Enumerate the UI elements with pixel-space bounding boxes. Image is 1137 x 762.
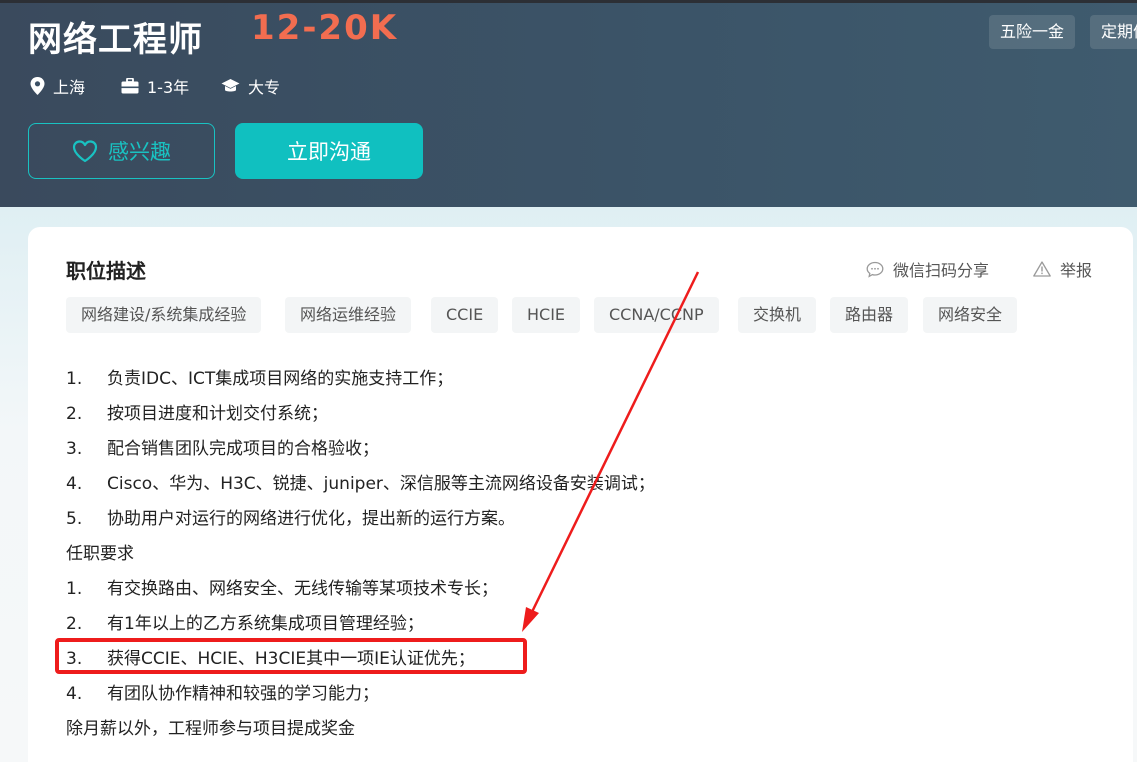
annotation-arrow <box>522 271 700 632</box>
annotation-arrow-shaft <box>529 271 700 615</box>
annotation-arrow-head <box>522 607 539 632</box>
